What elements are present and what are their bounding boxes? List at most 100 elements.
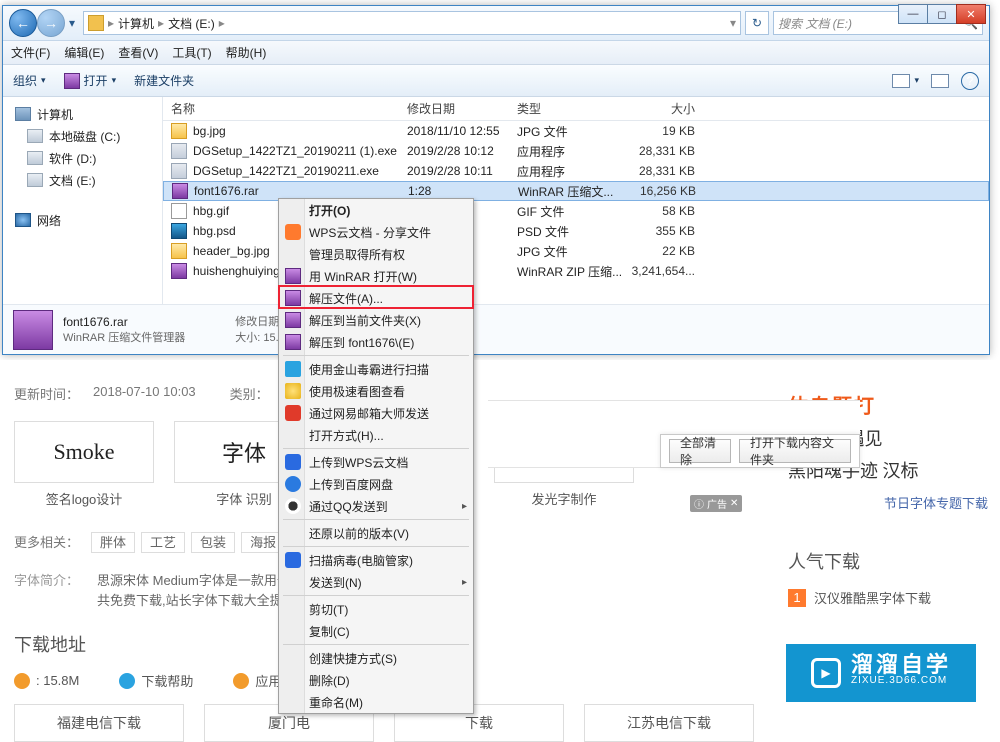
- context-menu-item[interactable]: 打开方式(H)...: [279, 424, 473, 446]
- context-menu-item[interactable]: 使用极速看图查看: [279, 380, 473, 402]
- forward-button[interactable]: →: [37, 9, 65, 37]
- menu-item-icon: [285, 498, 301, 514]
- context-menu-item[interactable]: 通过QQ发送到: [279, 495, 473, 517]
- details-filename: font1676.rar: [63, 315, 185, 329]
- context-menu-item[interactable]: 删除(D): [279, 669, 473, 691]
- network-icon: [15, 213, 31, 227]
- address-bar[interactable]: ▸ 计算机 ▸ 文档 (E:) ▸ ▾: [83, 11, 741, 35]
- nav-computer[interactable]: 计算机: [7, 103, 158, 125]
- menu-item-icon: [285, 334, 301, 350]
- maximize-button[interactable]: ◻: [927, 4, 957, 24]
- col-size[interactable]: 大小: [627, 100, 707, 117]
- nav-drive[interactable]: 软件 (D:): [7, 147, 158, 169]
- preview-pane-button[interactable]: [931, 74, 949, 88]
- context-menu-item[interactable]: WPS云文档 - 分享文件: [279, 221, 473, 243]
- context-menu-item[interactable]: 剪切(T): [279, 598, 473, 620]
- folder-icon: [88, 15, 104, 31]
- menu-item[interactable]: 查看(V): [118, 44, 158, 61]
- download-mirror-button[interactable]: 福建电信下载: [14, 704, 184, 742]
- context-menu-item[interactable]: 上传到WPS云文档: [279, 451, 473, 473]
- open-button[interactable]: 打开▾: [64, 72, 117, 89]
- tag[interactable]: 包装: [191, 532, 235, 553]
- context-menu-item[interactable]: 创建快捷方式(S): [279, 647, 473, 669]
- download-meta: 下载帮助: [119, 671, 193, 690]
- context-menu-item[interactable]: 还原以前的版本(V): [279, 522, 473, 544]
- context-menu-item[interactable]: 复制(C): [279, 620, 473, 642]
- rar-icon: [13, 310, 53, 350]
- context-menu-item[interactable]: 上传到百度网盘: [279, 473, 473, 495]
- help-button[interactable]: ?: [961, 72, 979, 90]
- category-label: 类别：: [230, 384, 269, 403]
- menu-item[interactable]: 编辑(E): [64, 44, 104, 61]
- close-button[interactable]: ✕: [956, 4, 986, 24]
- context-menu-item[interactable]: 打开(O): [279, 199, 473, 221]
- update-label: 更新时间：: [14, 384, 79, 403]
- menu-item-icon: [285, 268, 301, 284]
- rank-label: 汉仪雅酷黑字体下载: [814, 588, 931, 607]
- logo-badge[interactable]: ▶ 溜溜自学 ZIXUE.3D66.COM: [786, 644, 976, 702]
- ad-badge[interactable]: ⓘ 广告 ✕: [690, 495, 742, 512]
- context-menu: 打开(O)WPS云文档 - 分享文件管理员取得所有权用 WinRAR 打开(W)…: [278, 198, 474, 714]
- context-menu-item[interactable]: 解压到当前文件夹(X): [279, 309, 473, 331]
- context-menu-item[interactable]: 扫描病毒(电脑管家): [279, 549, 473, 571]
- context-menu-item[interactable]: 使用金山毒霸进行扫描: [279, 358, 473, 380]
- nav-row: ← → ▾ ▸ 计算机 ▸ 文档 (E:) ▸ ▾ ↻ 搜索 文档 (E:) 🔍: [3, 6, 989, 41]
- breadcrumb-drive[interactable]: 文档 (E:): [168, 15, 215, 32]
- menu-item-icon: [285, 476, 301, 492]
- nav-network[interactable]: 网络: [7, 209, 158, 231]
- meta-icon: [119, 673, 135, 689]
- menu-item-icon: [285, 552, 301, 568]
- tag[interactable]: 工艺: [141, 532, 185, 553]
- desc-label: 字体简介：: [14, 571, 79, 611]
- col-date[interactable]: 修改日期: [407, 100, 517, 117]
- rank-item-1[interactable]: 1 汉仪雅酷黑字体下载: [788, 588, 988, 607]
- download-meta: : 15.8M: [14, 673, 79, 689]
- file-row[interactable]: DGSetup_1422TZ1_20190211.exe2019/2/28 10…: [163, 161, 989, 181]
- menu-item-icon: [285, 290, 301, 306]
- open-download-folder-button[interactable]: 打开下载内容文件夹: [739, 439, 851, 463]
- file-icon: [171, 203, 187, 219]
- popular-header: 人气下载: [788, 548, 988, 574]
- column-headers: 名称 修改日期 类型 大小: [163, 97, 989, 121]
- breadcrumb-computer[interactable]: 计算机: [118, 15, 154, 32]
- col-type[interactable]: 类型: [517, 100, 627, 117]
- context-menu-item[interactable]: 管理员取得所有权: [279, 243, 473, 265]
- download-dialog: 全部清除 打开下载内容文件夹: [660, 434, 860, 468]
- back-button[interactable]: ←: [9, 9, 37, 37]
- organize-button[interactable]: 组织▾: [13, 72, 46, 89]
- history-dropdown[interactable]: ▾: [65, 9, 79, 37]
- drive-icon: [27, 173, 43, 187]
- menu-item[interactable]: 文件(F): [11, 44, 50, 61]
- context-menu-item[interactable]: 发送到(N): [279, 571, 473, 593]
- logo-text: 溜溜自学: [851, 657, 951, 673]
- logo-url: ZIXUE.3D66.COM: [851, 673, 951, 689]
- rar-icon: [64, 73, 80, 89]
- nav-drive[interactable]: 文档 (E:): [7, 169, 158, 191]
- related-card[interactable]: Smoke签名logo设计: [14, 421, 154, 508]
- context-menu-item[interactable]: 重命名(M): [279, 691, 473, 713]
- update-value: 2018-07-10 10:03: [93, 384, 196, 403]
- new-folder-button[interactable]: 新建文件夹: [134, 72, 194, 89]
- view-button[interactable]: ▾: [892, 74, 919, 88]
- refresh-button[interactable]: ↻: [745, 11, 769, 35]
- play-icon: ▶: [811, 658, 841, 688]
- clear-all-button[interactable]: 全部清除: [669, 439, 731, 463]
- menu-item-icon: [285, 383, 301, 399]
- file-row[interactable]: bg.jpg2018/11/10 12:55JPG 文件19 KB: [163, 121, 989, 141]
- context-menu-item[interactable]: 解压文件(A)...: [279, 287, 473, 309]
- context-menu-item[interactable]: 用 WinRAR 打开(W): [279, 265, 473, 287]
- download-mirror-button[interactable]: 江苏电信下载: [584, 704, 754, 742]
- menu-item[interactable]: 帮助(H): [226, 44, 267, 61]
- file-row[interactable]: DGSetup_1422TZ1_20190211 (1).exe2019/2/2…: [163, 141, 989, 161]
- nav-drive[interactable]: 本地磁盘 (C:): [7, 125, 158, 147]
- col-name[interactable]: 名称: [171, 100, 407, 117]
- theme-link[interactable]: 节日字体专题下载: [788, 493, 988, 512]
- close-icon[interactable]: ✕: [730, 498, 738, 509]
- context-menu-item[interactable]: 解压到 font1676\(E): [279, 331, 473, 353]
- computer-icon: [15, 107, 31, 121]
- addr-dropdown-icon[interactable]: ▾: [730, 16, 736, 30]
- menu-item[interactable]: 工具(T): [172, 44, 211, 61]
- minimize-button[interactable]: —: [898, 4, 928, 24]
- tag[interactable]: 胖体: [91, 532, 135, 553]
- context-menu-item[interactable]: 通过网易邮箱大师发送: [279, 402, 473, 424]
